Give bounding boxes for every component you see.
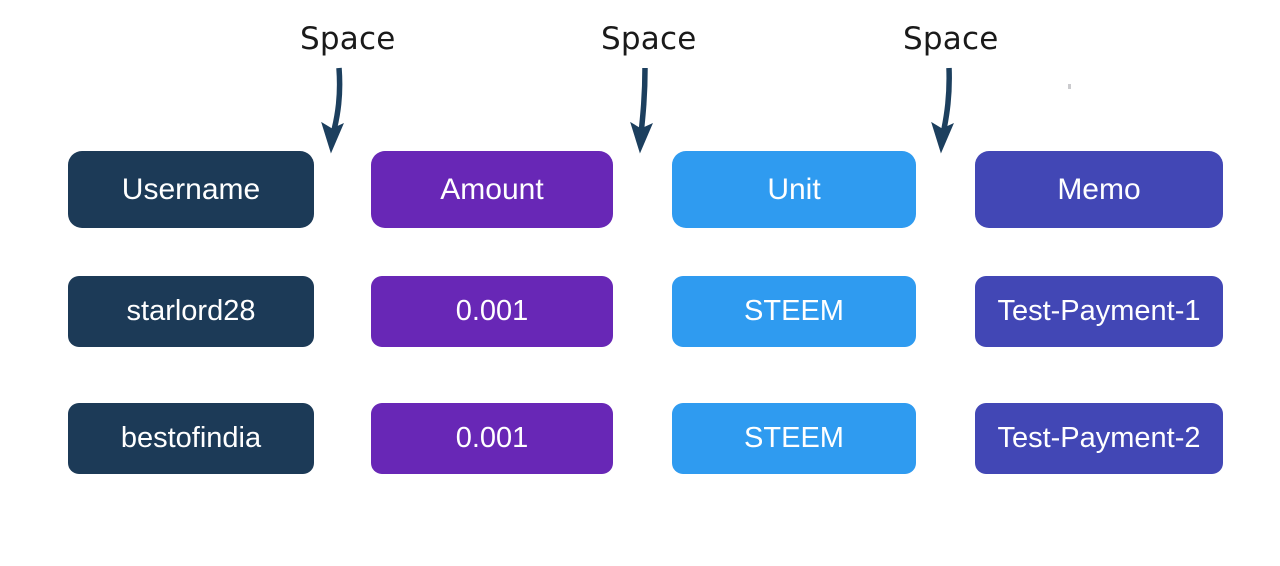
column-header-username-label: Username (121, 172, 261, 206)
cell-unit-row1: STEEM (744, 295, 844, 327)
cell-memo-row1: Test-Payment-1 (997, 295, 1201, 327)
cell-memo-row2: Test-Payment-2 (997, 422, 1201, 454)
table-row[interactable]: STEEM (672, 403, 916, 474)
column-header-amount[interactable]: Amount (371, 151, 613, 228)
space-arrow-2-icon (630, 67, 653, 154)
column-header-unit-label: Unit (767, 172, 821, 206)
table-row[interactable]: starlord28 (68, 276, 314, 347)
table-row[interactable]: Test-Payment-2 (975, 403, 1223, 474)
column-header-memo[interactable]: Memo (975, 151, 1223, 228)
cell-amount-row2: 0.001 (455, 422, 529, 454)
diagram-canvas: Space Space Space Username Amount Unit M… (0, 0, 1280, 566)
annotation-label-space-3: Space (903, 21, 999, 57)
table-row[interactable]: bestofindia (68, 403, 314, 474)
annotation-label-space-2: Space (601, 21, 697, 57)
cell-unit-row2: STEEM (744, 422, 844, 454)
column-header-amount-label: Amount (440, 172, 544, 206)
table-row[interactable]: 0.001 (371, 276, 613, 347)
table-row[interactable]: STEEM (672, 276, 916, 347)
table-row[interactable]: Test-Payment-1 (975, 276, 1223, 347)
space-arrow-3-icon (931, 67, 954, 154)
table-row[interactable]: 0.001 (371, 403, 613, 474)
annotation-label-space-1: Space (300, 21, 396, 57)
space-arrow-1-icon (321, 67, 344, 154)
column-header-unit[interactable]: Unit (672, 151, 916, 228)
cell-username-row2: bestofindia (120, 422, 262, 454)
image-artifact-speck (1068, 84, 1071, 89)
column-header-memo-label: Memo (1057, 172, 1141, 206)
cell-amount-row1: 0.001 (455, 295, 529, 327)
cell-username-row1: starlord28 (126, 295, 256, 327)
column-header-username[interactable]: Username (68, 151, 314, 228)
